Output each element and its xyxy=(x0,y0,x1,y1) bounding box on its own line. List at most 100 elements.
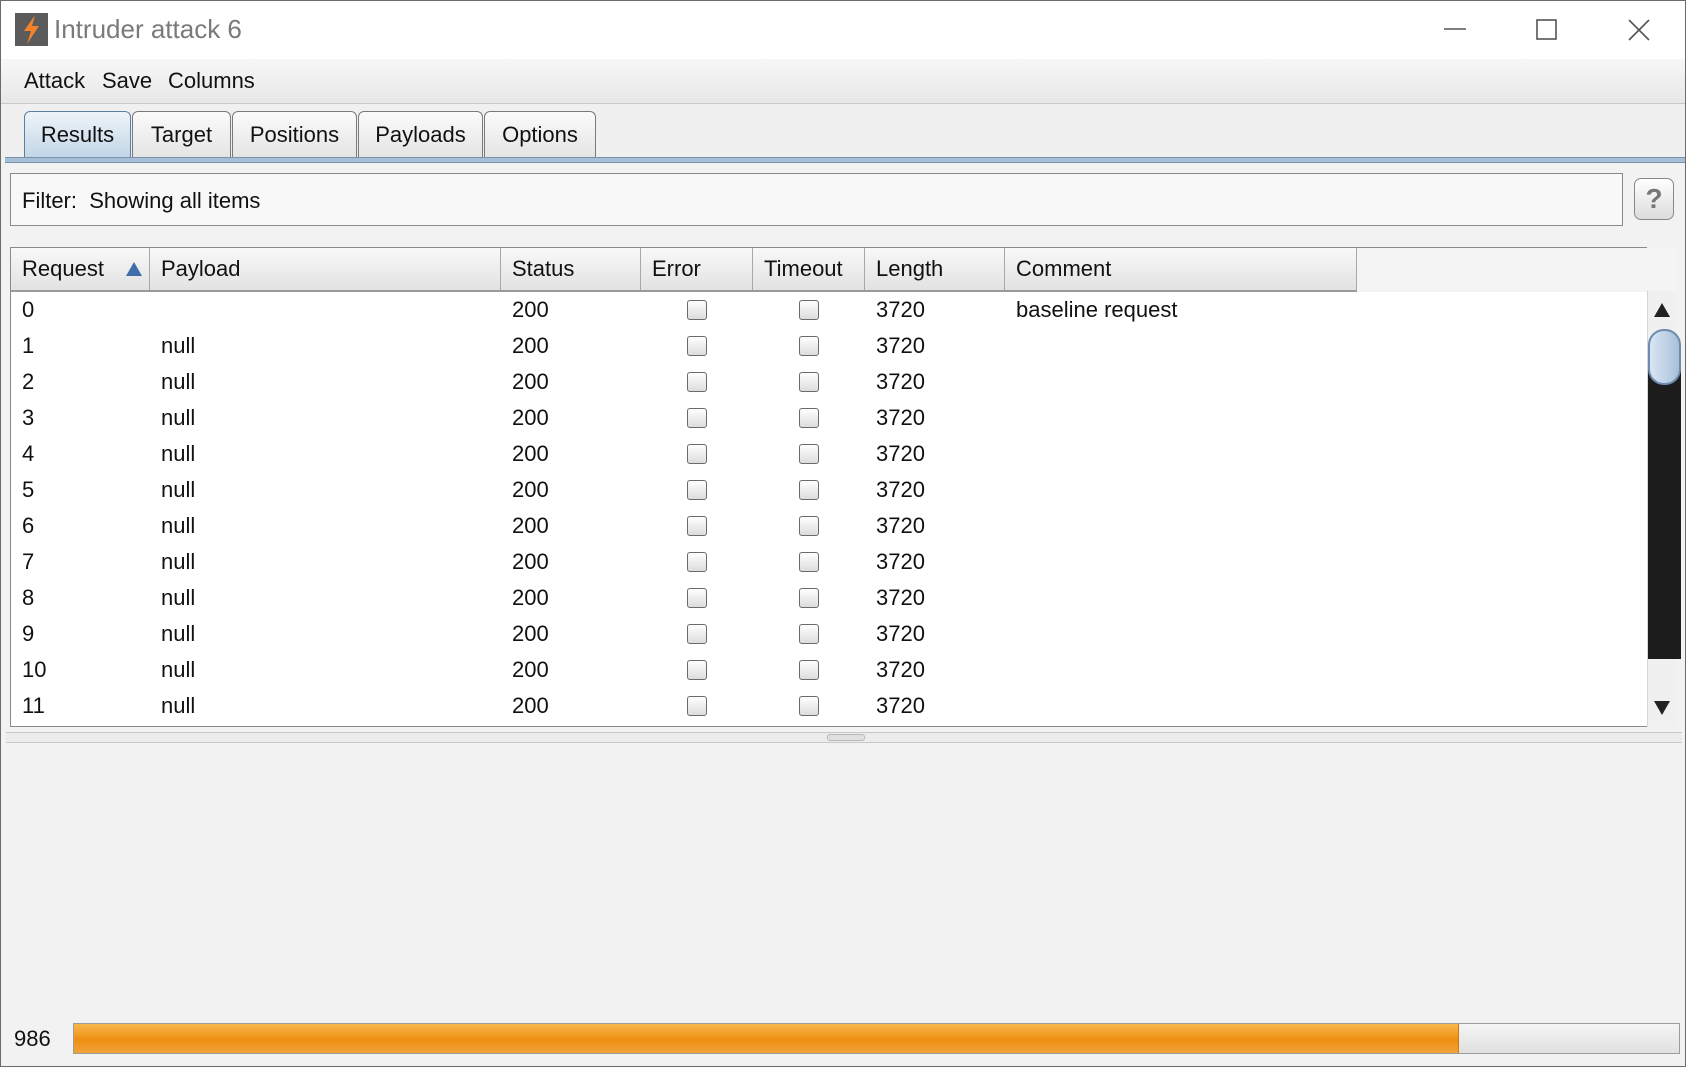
cell-comment xyxy=(1005,688,1357,724)
column-header-comment[interactable]: Comment xyxy=(1005,248,1357,290)
cell-status: 200 xyxy=(512,333,549,358)
table-row[interactable]: 0 200 3720 baseline request xyxy=(11,292,1647,328)
header-filler xyxy=(1357,248,1647,292)
cell-status: 200 xyxy=(512,513,549,538)
tab-options[interactable]: Options xyxy=(484,111,596,157)
menu-save[interactable]: Save xyxy=(102,68,152,94)
column-header-status[interactable]: Status xyxy=(501,248,641,290)
minimize-icon xyxy=(1444,28,1466,30)
cell-request: 11 xyxy=(22,693,45,718)
error-checkbox xyxy=(687,336,707,356)
cell-payload xyxy=(150,292,501,328)
cell-payload: null xyxy=(161,585,196,610)
results-table: Request Payload Status Error Timeout Len… xyxy=(10,247,1648,727)
cell-length: 3720 xyxy=(876,693,925,718)
cell-payload: null xyxy=(161,441,196,466)
tab-payloads[interactable]: Payloads xyxy=(358,111,483,157)
maximize-icon xyxy=(1536,19,1557,40)
filter-label: Filter: xyxy=(22,188,77,213)
table-row[interactable]: 7 null 200 3720 xyxy=(11,544,1647,580)
table-row[interactable]: 9 null 200 3720 xyxy=(11,616,1647,652)
table-row[interactable]: 4 null 200 3720 xyxy=(11,436,1647,472)
column-header-length[interactable]: Length xyxy=(865,248,1005,290)
timeout-checkbox xyxy=(799,408,819,428)
attack-progress-bar xyxy=(73,1023,1680,1054)
help-button[interactable]: ? xyxy=(1634,178,1674,220)
scroll-down-arrow-icon[interactable] xyxy=(1651,695,1673,721)
scrollbar-header-corner xyxy=(1647,247,1677,291)
table-row[interactable]: 6 null 200 3720 xyxy=(11,508,1647,544)
request-detail-pane xyxy=(1,743,1685,1023)
cell-comment xyxy=(1005,436,1357,472)
timeout-checkbox xyxy=(799,516,819,536)
table-row[interactable]: 10 null 200 3720 xyxy=(11,652,1647,688)
cell-length: 3720 xyxy=(876,585,925,610)
menu-columns[interactable]: Columns xyxy=(168,68,255,94)
error-checkbox xyxy=(687,480,707,500)
tab-underline xyxy=(5,157,1685,163)
timeout-checkbox xyxy=(799,624,819,644)
intruder-window: Intruder attack 6 Attack Save Columns Re… xyxy=(0,0,1686,1067)
table-row[interactable]: 2 null 200 3720 xyxy=(11,364,1647,400)
timeout-checkbox xyxy=(799,696,819,716)
scroll-thumb-cap[interactable] xyxy=(1648,329,1681,385)
cell-length: 3720 xyxy=(876,333,925,358)
tab-results[interactable]: Results xyxy=(24,111,131,161)
cell-payload: null xyxy=(161,333,196,358)
tab-target[interactable]: Target xyxy=(132,111,231,157)
cell-comment xyxy=(1005,328,1357,364)
table-row[interactable]: 8 null 200 3720 xyxy=(11,580,1647,616)
cell-request: 9 xyxy=(22,621,35,646)
cell-comment xyxy=(1005,580,1357,616)
cell-length: 3720 xyxy=(876,441,925,466)
sort-ascending-icon xyxy=(126,262,142,276)
cell-payload: null xyxy=(161,369,196,394)
error-checkbox xyxy=(687,408,707,428)
tab-positions[interactable]: Positions xyxy=(232,111,357,157)
cell-comment xyxy=(1005,544,1357,580)
title-bar: Intruder attack 6 xyxy=(1,1,1685,59)
column-header-payload[interactable]: Payload xyxy=(150,248,501,290)
timeout-checkbox xyxy=(799,444,819,464)
menu-attack[interactable]: Attack xyxy=(24,68,85,94)
column-header-error[interactable]: Error xyxy=(641,248,753,290)
cell-status: 200 xyxy=(512,441,549,466)
table-row[interactable]: 1 null 200 3720 xyxy=(11,328,1647,364)
cell-comment xyxy=(1005,400,1357,436)
table-row[interactable]: 5 null 200 3720 xyxy=(11,472,1647,508)
cell-status: 200 xyxy=(512,549,549,574)
cell-request: 6 xyxy=(22,513,35,538)
scroll-up-arrow-icon[interactable] xyxy=(1651,297,1673,323)
splitter-grip[interactable] xyxy=(827,734,865,741)
cell-request: 5 xyxy=(22,477,35,502)
filter-text: Filter: Showing all items xyxy=(22,188,260,214)
cell-status: 200 xyxy=(512,657,549,682)
cell-request: 7 xyxy=(22,549,35,574)
error-checkbox xyxy=(687,696,707,716)
timeout-checkbox xyxy=(799,552,819,572)
filter-bar[interactable]: Filter: Showing all items xyxy=(10,173,1623,226)
cell-payload: null xyxy=(161,513,196,538)
table-row[interactable]: 3 null 200 3720 xyxy=(11,400,1647,436)
minimize-button[interactable] xyxy=(1409,1,1501,59)
maximize-button[interactable] xyxy=(1501,1,1593,59)
cell-request: 2 xyxy=(22,369,35,394)
cell-comment xyxy=(1005,616,1357,652)
cell-status: 200 xyxy=(512,585,549,610)
cell-request: 10 xyxy=(22,657,47,682)
request-count: 986 xyxy=(14,1026,51,1051)
cell-request: 0 xyxy=(22,297,35,322)
cell-status: 200 xyxy=(512,297,549,322)
close-button[interactable] xyxy=(1593,1,1685,59)
filter-value: Showing all items xyxy=(89,188,261,213)
table-header: Request Payload Status Error Timeout Len… xyxy=(11,248,1357,292)
column-header-timeout[interactable]: Timeout xyxy=(753,248,865,290)
column-header-request[interactable]: Request xyxy=(11,248,150,290)
timeout-checkbox xyxy=(799,588,819,608)
scroll-thumb[interactable] xyxy=(1648,357,1681,659)
cell-comment xyxy=(1005,652,1357,688)
error-checkbox xyxy=(687,660,707,680)
menu-bar: Attack Save Columns xyxy=(1,59,1685,104)
table-row[interactable]: 11 null 200 3720 xyxy=(11,688,1647,724)
cell-length: 3720 xyxy=(876,369,925,394)
